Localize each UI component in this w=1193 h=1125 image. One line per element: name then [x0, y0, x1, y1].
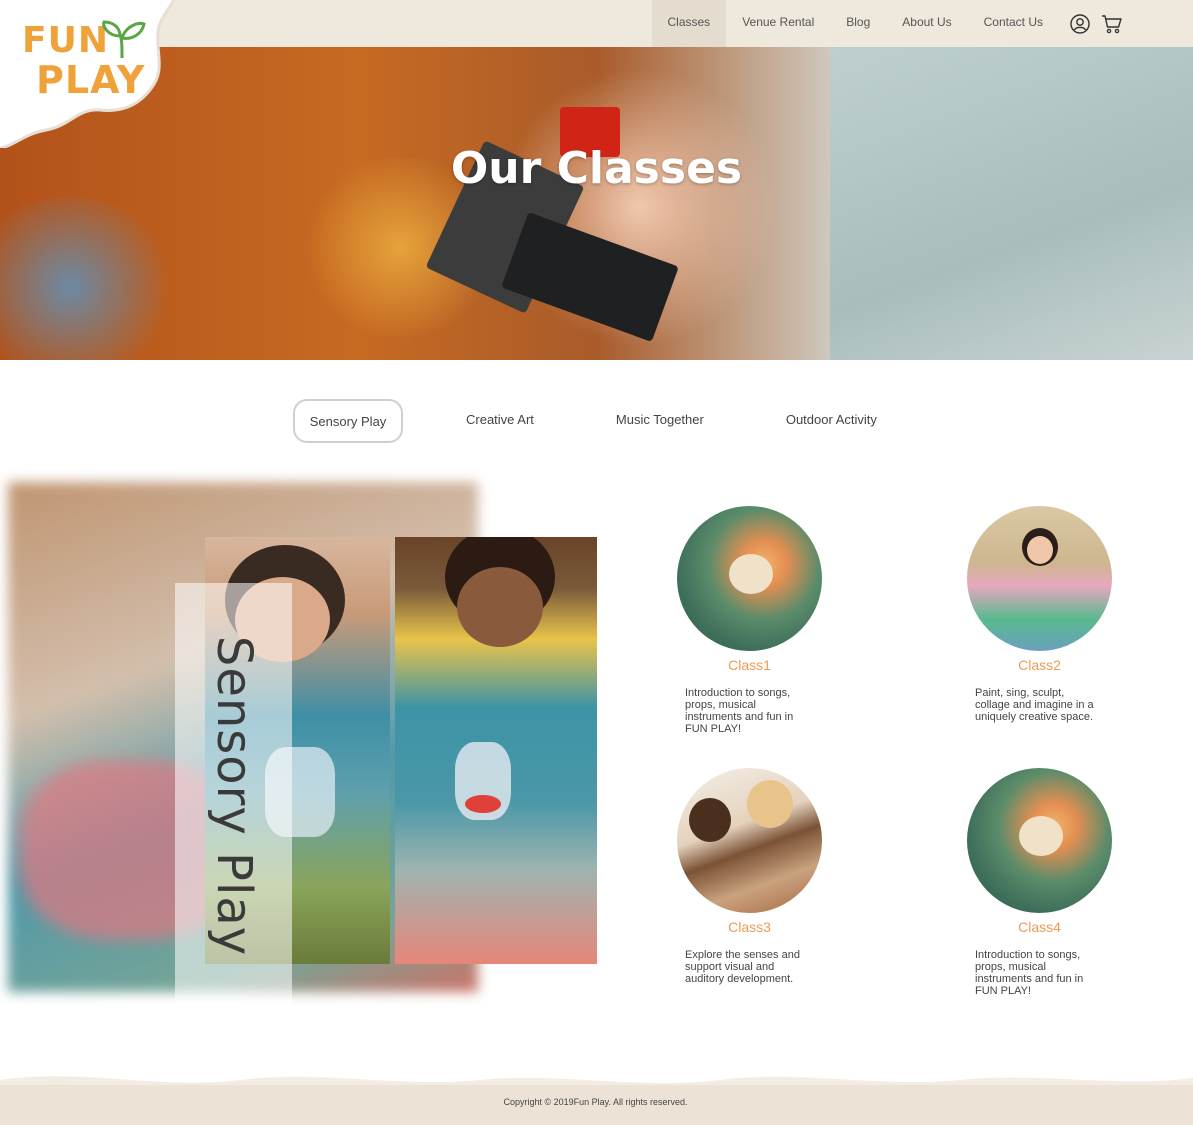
- red-water: [465, 795, 501, 813]
- copyright-text: Copyright © 2019Fun Play. All rights res…: [0, 1097, 1192, 1107]
- class-description: Introduction to songs, props, musical in…: [685, 687, 794, 735]
- rose-flower: [1019, 816, 1063, 856]
- nav-item-venue-rental[interactable]: Venue Rental: [726, 0, 830, 47]
- logo[interactable]: FUN PLAY: [22, 20, 152, 102]
- class-name[interactable]: Class1: [677, 657, 822, 673]
- child-face: [457, 567, 543, 647]
- class-card[interactable]: Class4 Introduction to songs, props, mus…: [967, 768, 1117, 997]
- class-name[interactable]: Class2: [967, 657, 1112, 673]
- cart-icon[interactable]: [1101, 13, 1123, 35]
- class-category-tabs: Sensory Play Creative Art Music Together…: [293, 399, 877, 443]
- main-nav: Classes Venue Rental Blog About Us Conta…: [651, 0, 1193, 47]
- nav-item-blog[interactable]: Blog: [830, 0, 886, 47]
- logo-line-play: PLAY: [36, 58, 146, 102]
- copyright-label: Copyright © 2019Fun Play. All rights res…: [503, 1097, 688, 1107]
- page-title: Our Classes: [450, 143, 743, 194]
- tab-outdoor-activity[interactable]: Outdoor Activity: [786, 399, 877, 443]
- feature-label-text: Sensory Play: [205, 635, 262, 956]
- child-hair: [747, 780, 793, 828]
- class-description: Explore the senses and support visual an…: [685, 949, 800, 985]
- class-card[interactable]: Class2 Paint, sing, sculpt, collage and …: [967, 506, 1117, 723]
- feature-collage: Sensory Play: [0, 470, 610, 1030]
- tab-creative-art[interactable]: Creative Art: [466, 399, 534, 443]
- class-card[interactable]: Class3 Explore the senses and support vi…: [677, 768, 827, 985]
- class-thumbnail[interactable]: [967, 506, 1112, 651]
- class-name[interactable]: Class4: [967, 919, 1112, 935]
- class-description: Paint, sing, sculpt, collage and imagine…: [975, 687, 1094, 723]
- child-face: [1027, 536, 1053, 564]
- rose-flower: [729, 554, 773, 594]
- hero-bg-blur: [0, 197, 180, 360]
- class-description: Introduction to songs, props, musical in…: [975, 949, 1084, 997]
- feature-photo-right: [395, 537, 597, 964]
- user-icon[interactable]: [1069, 13, 1091, 35]
- tab-sensory-play[interactable]: Sensory Play: [293, 399, 403, 443]
- child-face: [689, 798, 731, 842]
- class-name[interactable]: Class3: [677, 919, 822, 935]
- class-thumbnail[interactable]: [967, 768, 1112, 913]
- nav-item-about-us[interactable]: About Us: [886, 0, 967, 47]
- nav-item-contact-us[interactable]: Contact Us: [968, 0, 1059, 47]
- hero-sleeve: [830, 47, 1193, 360]
- class-thumbnail[interactable]: [677, 506, 822, 651]
- sprout-icon: [102, 20, 146, 59]
- nav-item-classes[interactable]: Classes: [651, 0, 727, 47]
- class-card[interactable]: Class1 Introduction to songs, props, mus…: [677, 506, 827, 735]
- class-thumbnail[interactable]: [677, 768, 822, 913]
- feature-label: Sensory Play: [175, 583, 292, 1008]
- tab-music-together[interactable]: Music Together: [616, 399, 704, 443]
